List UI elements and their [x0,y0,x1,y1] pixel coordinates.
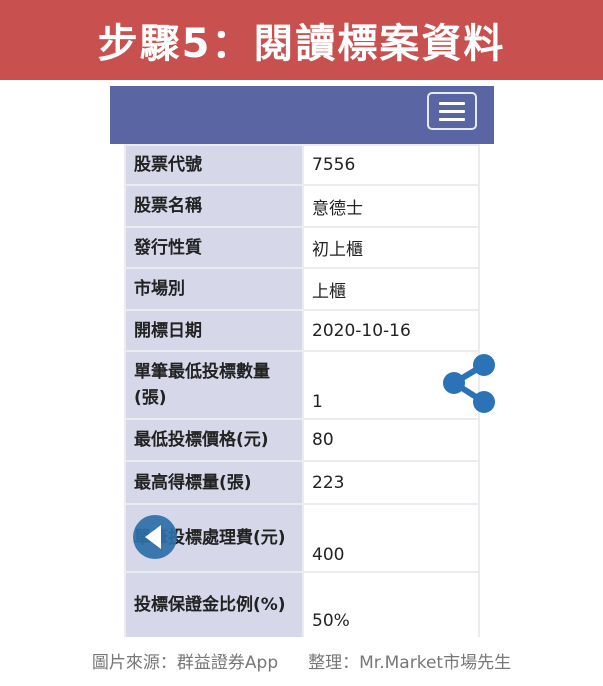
tender-info-table: 股票代號 7556 股票名稱 意德士 發行性質 初上櫃 市場別 上櫃 開標日期 … [124,144,480,637]
row-label: 發行性質 [124,226,304,269]
row-label: 市場別 [124,267,304,311]
row-label: 投標保證金比例(%) [124,571,304,637]
app-navbar [110,86,494,144]
row-label: 開標日期 [124,309,304,352]
editor-credit: 整理：Mr.Market市場先生 [308,653,512,673]
row-value: 初上櫃 [302,226,480,269]
table-row: 股票代號 7556 [124,144,480,186]
page-title: 步驟5：閱讀標案資料 [97,21,506,67]
table-row: 最低投標價格(元) 80 [124,418,480,462]
row-label: 股票名稱 [124,184,304,228]
back-arrow-icon[interactable] [132,514,178,560]
table-row: 股票名稱 意德士 [124,184,480,228]
row-label: 最低投標價格(元) [124,418,304,462]
table-row: 單筆最低投標數量(張) 1 [124,350,480,420]
row-label: 單筆最低投標數量(張) [124,350,304,420]
table-row: 開標日期 2020-10-16 [124,309,480,352]
table-row: 投標保證金比例(%) 50% [124,571,480,637]
table-row: 發行性質 初上櫃 [124,226,480,269]
hamburger-menu-icon[interactable] [427,92,477,130]
row-label: 股票代號 [124,144,304,186]
caption: 圖片來源：群益證券App 整理：Mr.Market市場先生 [0,648,603,673]
row-value: 400 [302,503,480,573]
table-row: 市場別 上櫃 [124,267,480,311]
row-value: 7556 [302,144,480,186]
row-value: 223 [302,460,480,505]
row-value: 上櫃 [302,267,480,311]
row-value: 80 [302,418,480,462]
table-row: 單筆投標處理費(元) 400 [124,503,480,573]
title-banner: 步驟5：閱讀標案資料 [0,0,603,80]
share-icon[interactable] [440,352,496,414]
row-value: 50% [302,571,480,637]
image-source: 圖片來源：群益證券App [91,653,279,673]
row-label: 最高得標量(張) [124,460,304,505]
table-row: 最高得標量(張) 223 [124,460,480,505]
row-value: 意德士 [302,184,480,228]
row-value: 2020-10-16 [302,309,480,352]
